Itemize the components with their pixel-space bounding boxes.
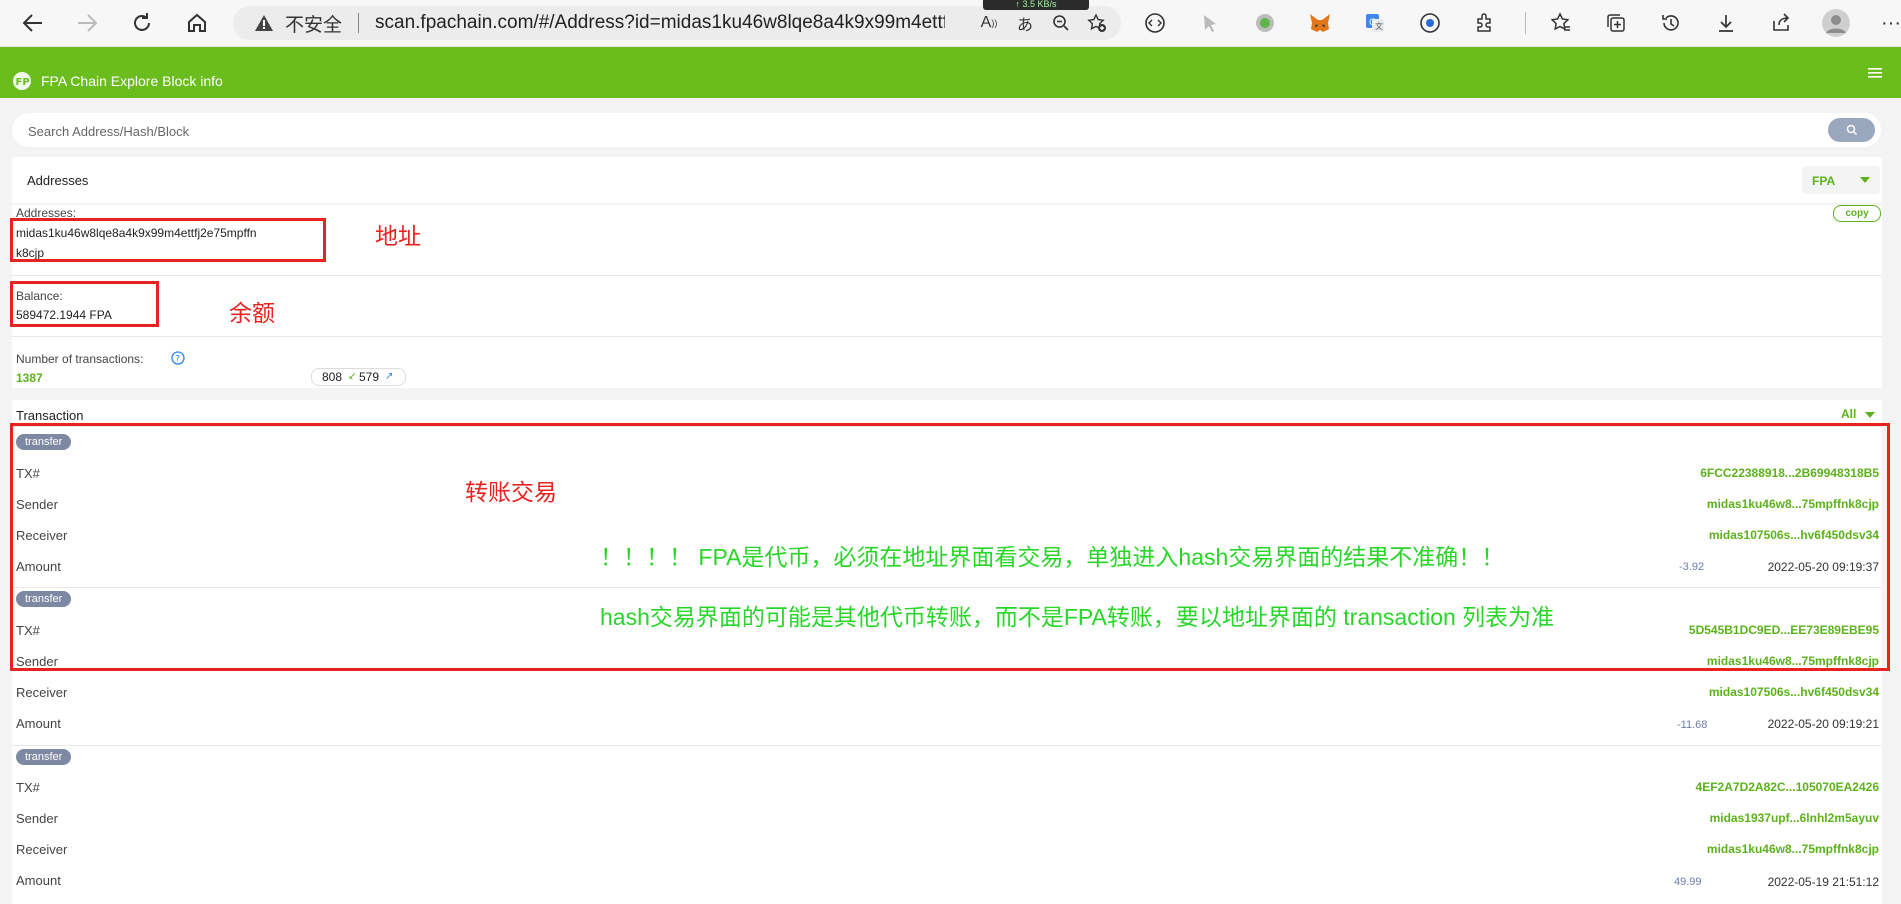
chevron-down-icon — [1860, 177, 1870, 183]
read-aloud-icon[interactable]: A)) — [977, 11, 1001, 35]
cursor-extension-icon[interactable] — [1195, 8, 1225, 38]
address-highlight-box — [10, 218, 326, 262]
favorites-icon[interactable] — [1546, 8, 1576, 38]
collections-icon[interactable] — [1601, 8, 1631, 38]
note-annotation-2: hash交易界面的可能是其他代币转账，而不是FPA转账，要以地址界面的 tran… — [600, 604, 1555, 630]
amount-label: Amount — [16, 873, 61, 888]
incoming-arrow-icon: ↙ — [348, 371, 357, 382]
amount-label: Amount — [16, 716, 61, 731]
extensions-puzzle-icon[interactable] — [1470, 8, 1500, 38]
code-extension-icon[interactable] — [1140, 8, 1170, 38]
back-arrow-icon — [22, 14, 42, 32]
transfer-tag: transfer — [16, 749, 72, 765]
translate-icon[interactable]: あ — [1013, 11, 1037, 35]
chevron-down-icon — [1865, 412, 1875, 418]
url-text[interactable]: scan.fpachain.com/#/Address?id=midas1ku4… — [375, 12, 945, 34]
refresh-icon — [134, 13, 150, 31]
green-circle-extension-icon[interactable] — [1250, 8, 1280, 38]
transaction-filter-select[interactable]: All — [1830, 406, 1882, 424]
sender-label: Sender — [16, 811, 58, 826]
refresh-button[interactable] — [127, 8, 157, 38]
share-icon[interactable] — [1766, 8, 1796, 38]
addresses-header-card: Addresses FPA — [12, 157, 1882, 203]
divider — [12, 745, 1882, 746]
receiver-link[interactable]: midas1ku46w8...75mpffnk8cjp — [1707, 842, 1879, 856]
add-favorite-icon[interactable] — [1085, 11, 1109, 35]
metamask-fox-icon[interactable] — [1305, 8, 1335, 38]
tx-count-label: Number of transactions: — [16, 352, 144, 366]
google-translate-icon[interactable]: G文 — [1360, 8, 1390, 38]
address-bar[interactable]: 不安全 scan.fpachain.com/#/Address?id=midas… — [233, 6, 1121, 40]
insecure-label: 不安全 — [285, 14, 343, 36]
back-button[interactable] — [18, 8, 48, 38]
outgoing-arrow-icon: ↗ — [385, 371, 394, 382]
svg-text:文: 文 — [1375, 21, 1383, 31]
note-annotation-1: ！！！！ FPA是代币，必须在地址界面看交易，单独进入hash交易界面的结果不准… — [600, 544, 1505, 570]
copy-button[interactable]: copy — [1833, 205, 1881, 222]
search-button[interactable] — [1828, 118, 1875, 142]
fpa-logo-icon: FP — [13, 72, 31, 90]
more-options-icon[interactable]: ··· — [1876, 8, 1901, 38]
addresses-title: Addresses — [27, 173, 89, 188]
hamburger-menu-icon[interactable] — [1868, 67, 1882, 79]
amount-value: 49.99 — [1674, 876, 1702, 888]
tx-time: 2022-05-19 21:51:12 — [1767, 875, 1879, 889]
transfer-annotation: 转账交易 — [465, 479, 557, 505]
transaction-filter-value: All — [1841, 407, 1857, 421]
address-divider — [358, 13, 360, 33]
home-button[interactable] — [182, 8, 212, 38]
balance-annotation: 余额 — [229, 300, 275, 326]
downloads-icon[interactable] — [1711, 8, 1741, 38]
tx-hash-link[interactable]: 4EF2A7D2A82C...105070EA2426 — [1696, 780, 1879, 794]
tx-out-count: 579 — [359, 370, 380, 384]
zoom-out-icon[interactable] — [1049, 11, 1073, 35]
transaction-title: Transaction — [16, 408, 84, 423]
site-header: FP FPA Chain Explore Block info — [0, 47, 1901, 98]
token-select-value: FPA — [1812, 174, 1836, 188]
tx-time: 2022-05-20 09:19:21 — [1767, 717, 1879, 731]
blue-shield-extension-icon[interactable] — [1415, 8, 1445, 38]
profile-avatar[interactable] — [1821, 8, 1851, 38]
receiver-label: Receiver — [16, 685, 68, 700]
warning-icon — [253, 12, 275, 34]
receiver-label: Receiver — [16, 842, 68, 857]
receiver-link[interactable]: midas107506s...hv6f450dsv34 — [1709, 685, 1879, 699]
divider — [12, 336, 1882, 337]
speed-badge: ↑ 3.5 KB/s — [983, 0, 1089, 10]
forward-arrow-icon — [78, 14, 98, 32]
history-icon[interactable] — [1656, 8, 1686, 38]
amount-value: -11.68 — [1677, 719, 1708, 731]
sender-link[interactable]: midas1937upf...6lnhl2m5ayuv — [1710, 811, 1879, 825]
svg-text:FP: FP — [16, 77, 30, 88]
divider — [12, 275, 1882, 276]
search-bar — [12, 113, 1881, 149]
address-annotation: 地址 — [375, 223, 421, 249]
forward-button[interactable] — [72, 8, 102, 38]
search-icon — [1846, 124, 1857, 136]
tx-in-count: 808 — [322, 370, 343, 384]
toolbar-divider — [1525, 12, 1526, 34]
tx-direction-badge: 808 ↙ 579 ↗ — [311, 368, 406, 386]
tx-count-value: 1387 — [16, 371, 43, 385]
site-title: FPA Chain Explore Block info — [41, 73, 223, 89]
help-icon[interactable]: ? — [171, 351, 185, 365]
browser-toolbar: 不安全 scan.fpachain.com/#/Address?id=midas… — [0, 0, 1901, 47]
search-input[interactable] — [26, 113, 1810, 149]
tx-label: TX# — [16, 780, 40, 795]
home-icon — [188, 13, 206, 32]
token-select[interactable]: FPA — [1802, 166, 1880, 194]
balance-highlight-box — [10, 281, 159, 327]
svg-text:?: ? — [175, 355, 180, 365]
